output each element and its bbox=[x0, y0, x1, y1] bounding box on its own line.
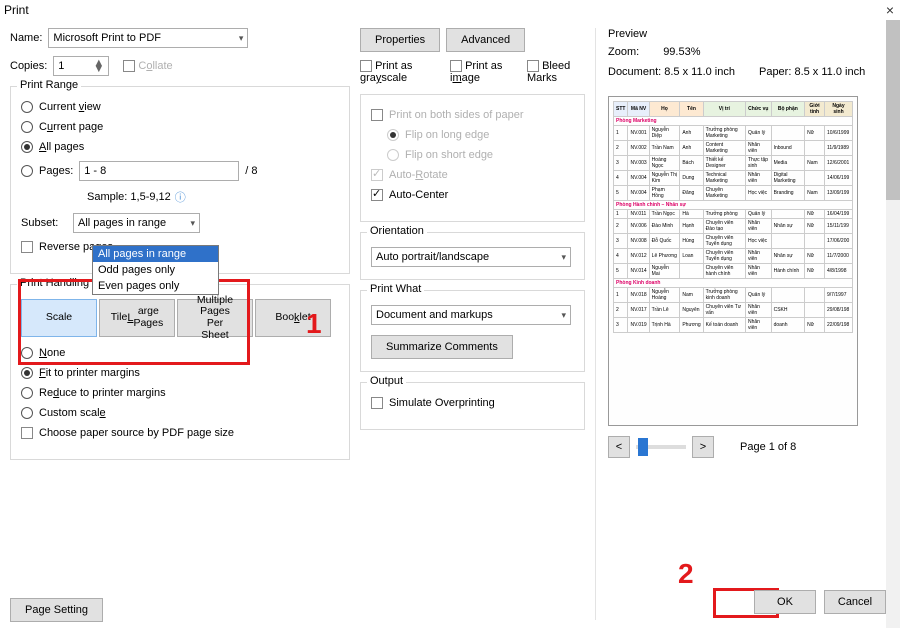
ok-button[interactable]: OK bbox=[754, 590, 816, 614]
properties-button[interactable]: Properties bbox=[360, 28, 440, 52]
next-page-button[interactable]: > bbox=[692, 436, 714, 458]
booklet-button[interactable]: Booklet bbox=[255, 299, 331, 337]
simulate-label: Simulate Overprinting bbox=[389, 397, 495, 409]
pages-input[interactable] bbox=[79, 161, 239, 181]
short-edge-label: Flip on short edge bbox=[405, 149, 493, 161]
copies-label: Copies: bbox=[10, 60, 47, 72]
pages-radio[interactable] bbox=[21, 165, 33, 177]
summarize-button[interactable]: Summarize Comments bbox=[371, 335, 513, 359]
reduce-label: Reduce to printer margins bbox=[39, 387, 166, 399]
printer-select[interactable]: Microsoft Print to PDF ▾ bbox=[48, 28, 248, 48]
orientation-title: Orientation bbox=[367, 225, 427, 237]
current-view-radio[interactable] bbox=[21, 101, 33, 113]
copies-value: 1 bbox=[58, 60, 64, 72]
print-handling-title: Print Handling bbox=[17, 277, 92, 289]
paper-source-checkbox[interactable] bbox=[21, 427, 33, 439]
all-pages-label: All pages bbox=[39, 141, 84, 153]
bleed-checkbox[interactable] bbox=[527, 60, 539, 72]
printer-value: Microsoft Print to PDF bbox=[53, 32, 161, 44]
all-pages-radio[interactable] bbox=[21, 141, 33, 153]
long-edge-label: Flip on long edge bbox=[405, 129, 489, 141]
current-page-label: Current page bbox=[39, 121, 103, 133]
auto-rotate-checkbox bbox=[371, 169, 383, 181]
custom-radio[interactable] bbox=[21, 407, 33, 419]
print-what-title: Print What bbox=[367, 283, 424, 295]
prev-page-button[interactable]: < bbox=[608, 436, 630, 458]
grayscale-checkbox[interactable] bbox=[360, 60, 372, 72]
subset-option-odd[interactable]: Odd pages only bbox=[93, 262, 218, 278]
auto-center-label: Auto-Center bbox=[389, 189, 448, 201]
subset-dropdown: All pages in range Odd pages only Even p… bbox=[92, 245, 219, 295]
vertical-scrollbar[interactable] bbox=[886, 20, 900, 628]
name-label: Name: bbox=[10, 32, 42, 44]
scale-button[interactable]: Scale bbox=[21, 299, 97, 337]
current-page-radio[interactable] bbox=[21, 121, 33, 133]
none-label: None bbox=[39, 347, 65, 359]
sample-label: Sample: 1,5-9,12 bbox=[87, 191, 171, 203]
custom-label: Custom scale bbox=[39, 407, 106, 419]
pages-label: Pages: bbox=[39, 165, 73, 177]
annotation-number-2: 2 bbox=[678, 558, 694, 590]
print-range-title: Print Range bbox=[17, 79, 81, 91]
auto-center-checkbox[interactable] bbox=[371, 189, 383, 201]
long-edge-radio bbox=[387, 129, 399, 141]
subset-label: Subset: bbox=[21, 217, 67, 229]
preview-page: STT Mã NV Họ Tên Vị trí Chức vụ Bộ phận … bbox=[608, 96, 858, 426]
subset-option-even[interactable]: Even pages only bbox=[93, 278, 218, 294]
collate-checkbox bbox=[123, 60, 135, 72]
auto-rotate-label: Auto-Rotate bbox=[389, 169, 448, 181]
close-icon[interactable]: × bbox=[886, 2, 894, 18]
reduce-radio[interactable] bbox=[21, 387, 33, 399]
advanced-button[interactable]: Advanced bbox=[446, 28, 525, 52]
chevron-down-icon: ▾ bbox=[561, 310, 566, 321]
fit-radio[interactable] bbox=[21, 367, 33, 379]
page-setting-button[interactable]: Page Setting bbox=[10, 598, 103, 622]
zoom-value: 99.53% bbox=[663, 46, 700, 58]
orientation-select[interactable]: Auto portrait/landscape ▾ bbox=[371, 247, 571, 267]
chevron-down-icon: ▾ bbox=[239, 33, 244, 44]
info-icon[interactable]: ⓘ bbox=[175, 189, 186, 205]
simulate-checkbox[interactable] bbox=[371, 397, 383, 409]
tile-button[interactable]: Tile LargePages bbox=[99, 299, 175, 337]
cancel-button[interactable]: Cancel bbox=[824, 590, 886, 614]
fit-label: Fit to printer margins bbox=[39, 367, 140, 379]
none-radio[interactable] bbox=[21, 347, 33, 359]
page-slider[interactable] bbox=[636, 445, 686, 449]
output-title: Output bbox=[367, 375, 406, 387]
subset-value: All pages in range bbox=[78, 217, 166, 229]
paper-size: Paper: 8.5 x 11.0 inch bbox=[759, 66, 865, 78]
multiple-button[interactable]: Multiple PagesPer Sheet bbox=[177, 299, 253, 337]
copies-spinner[interactable]: 1 ▲▼ bbox=[53, 56, 109, 76]
orientation-value: Auto portrait/landscape bbox=[376, 251, 489, 263]
chevron-down-icon: ▾ bbox=[190, 218, 195, 229]
reverse-checkbox[interactable] bbox=[21, 241, 33, 253]
chevron-down-icon: ▾ bbox=[561, 252, 566, 263]
image-checkbox[interactable] bbox=[450, 60, 462, 72]
window-title: Print bbox=[4, 3, 29, 17]
both-sides-label: Print on both sides of paper bbox=[389, 109, 524, 121]
collate-label: Collate bbox=[138, 60, 172, 72]
zoom-label: Zoom: bbox=[608, 46, 639, 58]
print-what-value: Document and markups bbox=[376, 309, 493, 321]
doc-size: Document: 8.5 x 11.0 inch bbox=[608, 66, 735, 78]
pages-total: / 8 bbox=[245, 165, 257, 177]
print-what-select[interactable]: Document and markups ▾ bbox=[371, 305, 571, 325]
subset-select[interactable]: All pages in range ▾ bbox=[73, 213, 200, 233]
both-sides-checkbox bbox=[371, 109, 383, 121]
preview-title: Preview bbox=[608, 28, 890, 40]
page-indicator: Page 1 of 8 bbox=[740, 441, 796, 453]
subset-option-all[interactable]: All pages in range bbox=[93, 246, 218, 262]
paper-source-label: Choose paper source by PDF page size bbox=[39, 427, 234, 439]
short-edge-radio bbox=[387, 149, 399, 161]
current-view-label: Current view bbox=[39, 101, 101, 113]
